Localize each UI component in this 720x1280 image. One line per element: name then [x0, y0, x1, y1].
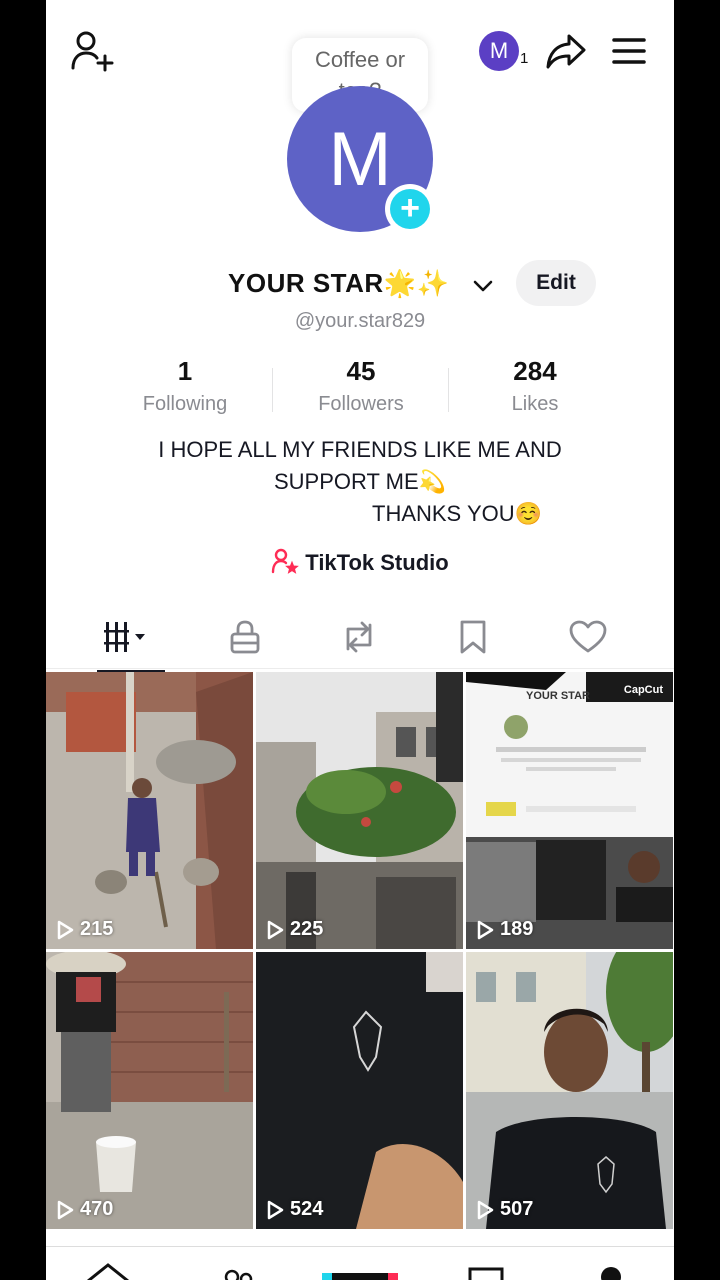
- studio-label: TikTok Studio: [305, 550, 449, 575]
- play-icon: [267, 920, 284, 939]
- bio-line: I HOPE ALL MY FRIENDS LIKE ME AND: [158, 437, 562, 462]
- menu-icon[interactable]: [606, 30, 652, 72]
- view-count: 225: [266, 918, 323, 941]
- followers-label: Followers: [318, 393, 404, 415]
- add-photo-button[interactable]: +: [385, 184, 435, 234]
- add-friend-icon[interactable]: [66, 28, 118, 74]
- content-tabs: [46, 606, 674, 673]
- heart-icon: [569, 620, 607, 653]
- edit-profile-button[interactable]: Edit: [516, 260, 596, 306]
- account-switch-avatar[interactable]: M: [479, 31, 519, 71]
- tab-liked[interactable]: [538, 606, 638, 668]
- thumbnail-image: [46, 952, 253, 1229]
- thumbnail-image: [466, 672, 673, 949]
- likes-stat[interactable]: 284 Likes: [447, 356, 623, 416]
- view-count: 215: [56, 918, 113, 941]
- view-count: 524: [266, 1198, 323, 1221]
- tab-private[interactable]: [195, 606, 295, 668]
- username-handle: @your.star829: [294, 310, 426, 332]
- avatar-letter: M: [328, 116, 392, 202]
- thumbnail-image: [466, 952, 673, 1229]
- followers-stat[interactable]: 45 Followers: [273, 356, 449, 416]
- name-row: YOUR STAR🌟✨ Edit: [46, 260, 674, 306]
- home-icon[interactable]: [87, 1263, 129, 1280]
- video-thumbnail[interactable]: 507: [466, 952, 673, 1229]
- studio-icon: [271, 548, 300, 580]
- play-icon: [477, 920, 494, 939]
- grid-icon: [104, 622, 145, 652]
- tab-saved[interactable]: [423, 606, 523, 668]
- tab-videos[interactable]: [80, 606, 180, 668]
- video-thumbnail[interactable]: 215: [46, 672, 253, 949]
- bio-line: SUPPORT ME💫: [273, 469, 447, 494]
- notification-count: 1: [520, 50, 529, 67]
- bookmark-icon: [460, 620, 486, 654]
- repost-icon: [346, 621, 372, 653]
- thumb-text: YOUR STAR: [526, 690, 590, 702]
- video-thumbnail[interactable]: 225: [256, 672, 463, 949]
- bottom-navigation: [46, 1246, 674, 1280]
- inbox-icon[interactable]: [468, 1267, 504, 1280]
- watermark: CapCut: [623, 684, 663, 696]
- play-icon: [57, 920, 74, 939]
- mini-avatar-letter: M: [489, 38, 509, 63]
- view-count: 507: [476, 1198, 533, 1221]
- thumbnail-image: [256, 952, 463, 1229]
- lock-icon: [230, 620, 260, 654]
- create-button[interactable]: [322, 1273, 398, 1280]
- view-count: 470: [56, 1198, 113, 1221]
- play-icon: [57, 1200, 74, 1219]
- friends-icon[interactable]: [224, 1269, 240, 1280]
- share-icon[interactable]: [542, 28, 590, 74]
- bubble-line1: Coffee or: [314, 47, 406, 72]
- view-count-text: 189: [500, 918, 534, 940]
- thumbnail-image: [46, 672, 253, 949]
- following-count: 1: [177, 356, 193, 386]
- view-count: 189: [476, 918, 533, 941]
- view-count-text: 524: [290, 1198, 324, 1220]
- following-stat[interactable]: 1 Following: [97, 356, 273, 416]
- plus-icon: +: [390, 189, 430, 229]
- play-icon: [267, 1200, 284, 1219]
- bio-line: THANKS YOU☺️: [372, 501, 543, 526]
- video-thumbnail[interactable]: CapCut YOUR STAR 189: [466, 672, 673, 949]
- following-label: Following: [142, 393, 228, 415]
- thumbnail-image: [256, 672, 463, 949]
- video-thumbnail[interactable]: 470: [46, 952, 253, 1229]
- tiktok-studio-link[interactable]: TikTok Studio: [46, 548, 674, 580]
- video-thumbnail[interactable]: 524: [256, 952, 463, 1229]
- followers-count: 45: [346, 356, 376, 386]
- view-count-text: 215: [80, 918, 114, 940]
- display-name: YOUR STAR🌟✨: [228, 268, 450, 298]
- view-count-text: 225: [290, 918, 324, 940]
- likes-count: 284: [513, 356, 557, 386]
- play-icon: [477, 1200, 494, 1219]
- tab-reposts[interactable]: [309, 606, 409, 668]
- view-count-text: 470: [80, 1198, 114, 1220]
- profile-screen: Coffee or tea? M 1 M + YOUR STAR🌟✨ Edit …: [46, 0, 674, 1280]
- profile-icon[interactable]: [601, 1267, 621, 1280]
- bio: I HOPE ALL MY FRIENDS LIKE ME AND SUPPOR…: [46, 434, 674, 530]
- chevron-down-icon[interactable]: [470, 274, 496, 298]
- likes-label: Likes: [511, 393, 559, 415]
- view-count-text: 507: [500, 1198, 534, 1220]
